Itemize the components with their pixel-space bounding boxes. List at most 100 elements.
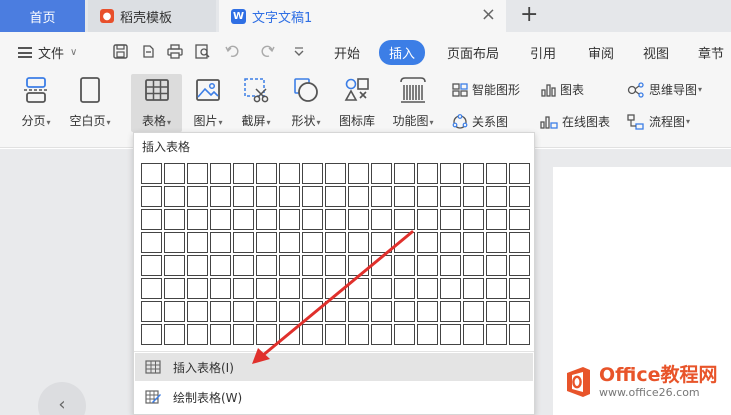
table-grid-cell[interactable]	[394, 255, 415, 276]
redo-icon[interactable]	[258, 42, 276, 60]
table-grid-cell[interactable]	[417, 163, 438, 184]
table-grid-cell[interactable]	[302, 278, 323, 299]
table-grid-cell[interactable]	[302, 324, 323, 345]
table-grid-cell[interactable]	[394, 186, 415, 207]
table-grid-cell[interactable]	[187, 278, 208, 299]
table-grid-cell[interactable]	[486, 163, 507, 184]
table-grid-cell[interactable]	[509, 232, 530, 253]
table-grid-cell[interactable]	[279, 324, 300, 345]
relation-chart-button[interactable]: 关系图	[452, 113, 508, 130]
table-grid-cell[interactable]	[509, 255, 530, 276]
table-grid-cell[interactable]	[256, 209, 277, 230]
table-grid-cell[interactable]	[210, 186, 231, 207]
table-grid-cell[interactable]	[417, 232, 438, 253]
table-grid-cell[interactable]	[348, 301, 369, 322]
table-grid-cell[interactable]	[233, 209, 254, 230]
table-grid-cell[interactable]	[187, 232, 208, 253]
table-grid-cell[interactable]	[325, 278, 346, 299]
table-grid-cell[interactable]	[210, 301, 231, 322]
table-grid-cell[interactable]	[233, 278, 254, 299]
add-tab-button[interactable]: +	[520, 4, 538, 26]
table-grid-cell[interactable]	[256, 163, 277, 184]
table-grid-cell[interactable]	[302, 255, 323, 276]
table-grid-cell[interactable]	[302, 232, 323, 253]
table-grid-cell[interactable]	[325, 186, 346, 207]
function-chart-button[interactable]: 功能图▾	[387, 74, 439, 132]
table-grid-cell[interactable]	[486, 324, 507, 345]
table-grid-cell[interactable]	[141, 163, 162, 184]
table-grid-cell[interactable]	[187, 163, 208, 184]
table-grid-cell[interactable]	[440, 278, 461, 299]
table-grid-cell[interactable]	[371, 255, 392, 276]
table-grid-cell[interactable]	[325, 324, 346, 345]
blank-page-button[interactable]: 空白页▾	[63, 74, 117, 132]
table-grid-cell[interactable]	[486, 301, 507, 322]
table-grid-cell[interactable]	[141, 232, 162, 253]
table-grid-cell[interactable]	[371, 209, 392, 230]
close-icon[interactable]: ×	[481, 6, 496, 24]
table-grid-cell[interactable]	[348, 163, 369, 184]
table-grid-cell[interactable]	[509, 163, 530, 184]
table-grid-cell[interactable]	[279, 163, 300, 184]
table-grid-cell[interactable]	[348, 209, 369, 230]
table-grid-cell[interactable]	[463, 324, 484, 345]
table-grid-cell[interactable]	[302, 301, 323, 322]
table-grid-cell[interactable]	[463, 209, 484, 230]
table-grid-cell[interactable]	[463, 255, 484, 276]
table-grid-cell[interactable]	[463, 278, 484, 299]
table-grid-cell[interactable]	[440, 324, 461, 345]
table-grid-cell[interactable]	[164, 301, 185, 322]
table-grid-cell[interactable]	[463, 186, 484, 207]
table-grid-cell[interactable]	[256, 255, 277, 276]
table-grid-cell[interactable]	[279, 301, 300, 322]
online-chart-button[interactable]: 在线图表	[540, 113, 610, 130]
tab-page-layout[interactable]: 页面布局	[447, 43, 499, 62]
table-grid-cell[interactable]	[371, 163, 392, 184]
tab-chapter[interactable]: 章节	[698, 43, 724, 62]
table-grid-cell[interactable]	[371, 301, 392, 322]
table-grid-cell[interactable]	[348, 278, 369, 299]
table-grid-cell[interactable]	[463, 232, 484, 253]
table-grid-cell[interactable]	[187, 209, 208, 230]
table-grid-cell[interactable]	[463, 163, 484, 184]
table-grid-cell[interactable]	[348, 232, 369, 253]
table-grid-cell[interactable]	[187, 301, 208, 322]
table-grid-cell[interactable]	[302, 186, 323, 207]
icon-library-button[interactable]: 图标库	[334, 74, 380, 132]
shapes-button[interactable]: 形状▾	[283, 74, 329, 132]
table-grid-cell[interactable]	[440, 255, 461, 276]
table-grid-cell[interactable]	[233, 232, 254, 253]
export-pdf-icon[interactable]	[139, 42, 157, 60]
table-grid-cell[interactable]	[486, 255, 507, 276]
table-grid-cell[interactable]	[348, 255, 369, 276]
screenshot-button[interactable]: 截屏▾	[233, 74, 279, 132]
table-grid-cell[interactable]	[486, 209, 507, 230]
table-grid-cell[interactable]	[256, 324, 277, 345]
table-grid-cell[interactable]	[210, 163, 231, 184]
mind-map-button[interactable]: 思维导图 ▾	[627, 81, 702, 98]
table-grid-cell[interactable]	[164, 255, 185, 276]
table-grid-cell[interactable]	[302, 163, 323, 184]
table-grid-cell[interactable]	[509, 324, 530, 345]
table-grid-cell[interactable]	[279, 209, 300, 230]
table-grid-cell[interactable]	[325, 209, 346, 230]
table-grid-cell[interactable]	[210, 255, 231, 276]
table-grid-cell[interactable]	[279, 278, 300, 299]
table-grid-cell[interactable]	[440, 186, 461, 207]
table-grid-cell[interactable]	[233, 186, 254, 207]
chart-button[interactable]: 图表	[540, 81, 584, 98]
table-grid-cell[interactable]	[463, 301, 484, 322]
tab-template[interactable]: ● 稻壳模板	[88, 0, 216, 32]
picture-button[interactable]: 图片▾	[185, 74, 231, 132]
table-grid-cell[interactable]	[279, 255, 300, 276]
table-grid-cell[interactable]	[141, 209, 162, 230]
table-grid-cell[interactable]	[371, 278, 392, 299]
table-grid-cell[interactable]	[164, 186, 185, 207]
print-icon[interactable]	[166, 42, 184, 60]
table-grid-cell[interactable]	[233, 255, 254, 276]
table-grid-cell[interactable]	[486, 278, 507, 299]
table-grid-cell[interactable]	[325, 301, 346, 322]
table-grid-cell[interactable]	[233, 163, 254, 184]
table-grid-cell[interactable]	[256, 186, 277, 207]
table-grid-cell[interactable]	[325, 163, 346, 184]
